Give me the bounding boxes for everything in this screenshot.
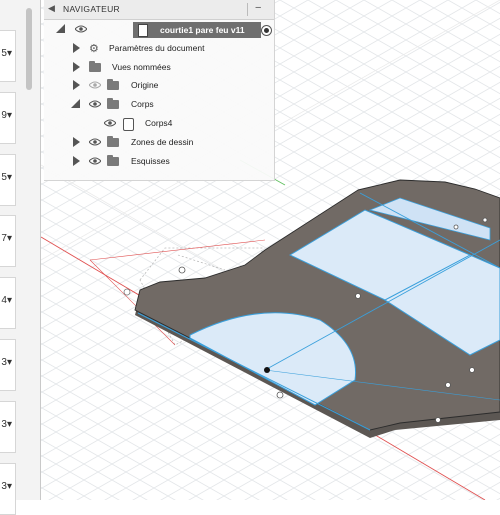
eye-icon[interactable]: [89, 138, 101, 146]
folder-icon: [107, 79, 119, 90]
collapsed-triangle-icon[interactable]: [73, 80, 80, 90]
document-name-highlight[interactable]: courtie1 pare feu v11: [133, 22, 261, 38]
tree-row-document-settings[interactable]: ⚙ Paramètres du document: [44, 40, 274, 58]
version-card[interactable]: 3▾: [0, 463, 16, 515]
tree-row-bodies[interactable]: Corps: [44, 96, 274, 114]
version-number: 3: [1, 357, 7, 368]
tree-item-label: Esquisses: [131, 156, 170, 166]
collapsed-triangle-icon[interactable]: [73, 137, 80, 147]
gear-icon: ⚙: [89, 43, 99, 55]
navigator-header: ◀ NAVIGATEUR −: [44, 0, 274, 20]
tree-row-origin[interactable]: Origine: [44, 77, 274, 95]
tree-item-label: Corps4: [145, 118, 173, 128]
version-card[interactable]: 9▾: [0, 92, 16, 144]
tree-item-label: Zones de dessin: [131, 137, 194, 147]
version-card[interactable]: 4▾: [0, 277, 16, 329]
version-card[interactable]: 7▾: [0, 215, 16, 267]
version-card[interactable]: 5▾: [0, 30, 16, 82]
eye-icon[interactable]: [89, 157, 101, 165]
version-number: 5: [1, 172, 7, 183]
document-icon: [138, 24, 148, 37]
sketch-point-center[interactable]: [264, 367, 270, 373]
eye-icon[interactable]: [89, 100, 101, 108]
eye-hidden-icon[interactable]: [89, 81, 101, 89]
expanded-triangle-icon[interactable]: [71, 99, 80, 108]
folder-icon: [107, 136, 119, 147]
eye-icon[interactable]: [104, 119, 116, 127]
version-card[interactable]: 3▾: [0, 339, 16, 391]
version-number: 9: [1, 110, 7, 121]
collapsed-triangle-icon[interactable]: [73, 43, 80, 53]
version-number: 3: [1, 481, 7, 492]
folder-icon: [107, 155, 119, 166]
body-icon: [123, 118, 134, 131]
tree-row-sketches[interactable]: Esquisses: [44, 153, 274, 171]
expanded-triangle-icon[interactable]: [56, 24, 65, 33]
browser-navigator: ◀ NAVIGATEUR − courtie1 pare feu v11 ⚙ P…: [44, 0, 275, 181]
document-name: courtie1 pare feu v11: [160, 25, 245, 35]
tree-item-label: Corps: [131, 99, 154, 109]
folder-icon: [89, 61, 101, 72]
minus-icon[interactable]: −: [255, 2, 261, 14]
folder-icon: [107, 98, 119, 109]
active-radio-icon[interactable]: [261, 25, 272, 36]
tree-item-label: Origine: [131, 80, 159, 90]
eye-icon[interactable]: [75, 25, 87, 33]
collapsed-triangle-icon[interactable]: [73, 62, 80, 72]
tree-item-label: Vues nommées: [112, 62, 171, 72]
version-number: 5: [1, 48, 7, 59]
version-card[interactable]: 5▾: [0, 154, 16, 206]
collapse-icon[interactable]: ◀: [48, 3, 55, 14]
tree-item-label: Paramètres du document: [109, 43, 205, 53]
tree-row-canvases[interactable]: Zones de dessin: [44, 134, 274, 152]
navigator-title: NAVIGATEUR: [63, 4, 120, 14]
tree-row-body4[interactable]: Corps4: [44, 115, 274, 133]
version-number: 4: [1, 295, 7, 306]
version-number: 7: [1, 233, 7, 244]
versions-scrollbar[interactable]: [26, 8, 32, 90]
collapsed-triangle-icon[interactable]: [73, 156, 80, 166]
tree-row-named-views[interactable]: Vues nommées: [44, 59, 274, 77]
version-number: 3: [1, 419, 7, 430]
version-card[interactable]: 3▾: [0, 401, 16, 453]
